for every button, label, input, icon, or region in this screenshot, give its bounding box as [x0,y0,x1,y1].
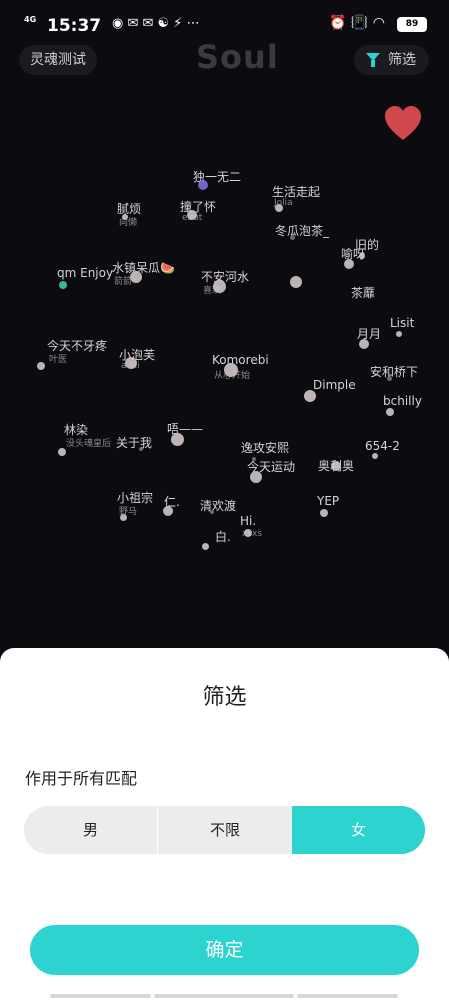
planet-user-label[interactable]: 茶蘼 [351,284,375,301]
heart-icon[interactable] [384,106,422,142]
planet-user-label[interactable]: YEP [317,494,339,508]
planet-background [0,0,449,660]
planet-user-label[interactable]: 安和桥下 [370,363,418,380]
notification-icons: ◉ ✉ ✉ ☯ ⚡ ⋯ [112,16,200,31]
gender-option-any[interactable]: 不限 [158,806,292,854]
funnel-stem [371,60,375,67]
planet-user-label[interactable]: 关于我 [116,434,152,451]
planet-dot[interactable] [372,453,378,459]
planet-dot[interactable] [58,448,66,456]
planet-dot[interactable] [201,542,209,550]
planet-user-label[interactable]: 逸攻安熙 [241,439,289,456]
planet-dot[interactable] [139,447,143,451]
planet-dot[interactable] [125,357,137,369]
planet-dot[interactable] [344,259,354,269]
planet-dot[interactable] [198,180,208,190]
planet-dot[interactable] [224,363,238,377]
planet-dot[interactable] [130,271,142,283]
planet-user-label[interactable]: Dimple [313,378,356,392]
system-icons: ⏰ 📳 ◠ [329,15,385,31]
filter-button[interactable]: 筛选 [354,45,429,75]
planet-user-label[interactable]: Hi. [240,514,256,528]
clock: 15:37 [47,16,102,36]
confirm-button[interactable]: 确定 [30,925,419,975]
planet-dot[interactable] [250,471,262,483]
network-indicator: 4G [24,15,37,24]
filter-label: 筛选 [388,52,416,68]
soul-logo: Soul [196,38,279,76]
planet-user-label[interactable]: Lisit [390,316,414,330]
planet-dot[interactable] [244,529,252,537]
planet-user-label[interactable]: 冬瓜泡茶_ [275,222,329,239]
planet-dot[interactable] [331,461,341,471]
planet-user-sublabel: 叶医 [49,355,68,365]
planet-dot[interactable] [275,204,283,212]
soul-screen: 4G 15:37 ◉ ✉ ✉ ☯ ⚡ ⋯ ⏰ 📳 ◠ 89 灵魂测试 Soul … [0,0,449,1000]
planet-user-sublabel: 没头魂皇后 [66,439,112,449]
planet-dot[interactable] [187,210,197,220]
planet-dot[interactable] [170,432,184,446]
planet-dot[interactable] [304,390,316,402]
planet-user-label[interactable]: 白. [215,528,231,545]
planet-dot[interactable] [210,510,214,514]
planet-dot[interactable] [37,362,45,370]
planet-dot[interactable] [386,408,394,416]
planet-dot[interactable] [396,331,402,337]
planet-dot[interactable] [359,339,369,349]
gender-option-female[interactable]: 女 [292,806,425,854]
planet-dot[interactable] [122,214,128,220]
planet-user-label[interactable]: qm Enjoy [57,266,113,280]
planet-dot[interactable] [59,281,67,289]
soul-test-button[interactable]: 灵魂测试 [19,45,97,75]
planet-dot[interactable] [119,513,127,521]
planet-user-label[interactable]: bchilly [383,394,422,408]
planet-user-label[interactable]: 清欢渡 [200,497,236,514]
planet-dot[interactable] [320,509,328,517]
planet-dot[interactable] [386,375,392,381]
gender-option-male[interactable]: 男 [24,806,157,854]
planet-dot[interactable] [290,276,302,288]
nav-hint-bar [50,994,151,998]
nav-hint-bar [154,994,294,998]
nav-hint-bar [297,994,398,998]
planet-user-label[interactable]: Komorebi [212,353,269,367]
scope-label: 作用于所有匹配 [25,769,138,788]
planet-dot[interactable] [163,506,173,516]
planet-dot[interactable] [212,279,226,293]
planet-user-label[interactable]: 654-2 [365,439,400,453]
sheet-title: 筛选 [202,685,247,710]
battery-icon: 89 [397,17,427,32]
gender-segmented-control: 男 不限 女 [24,806,425,854]
filter-sheet: 筛选 作用于所有匹配 男 不限 女 确定 [0,648,449,1000]
planet-dot[interactable] [289,234,295,240]
